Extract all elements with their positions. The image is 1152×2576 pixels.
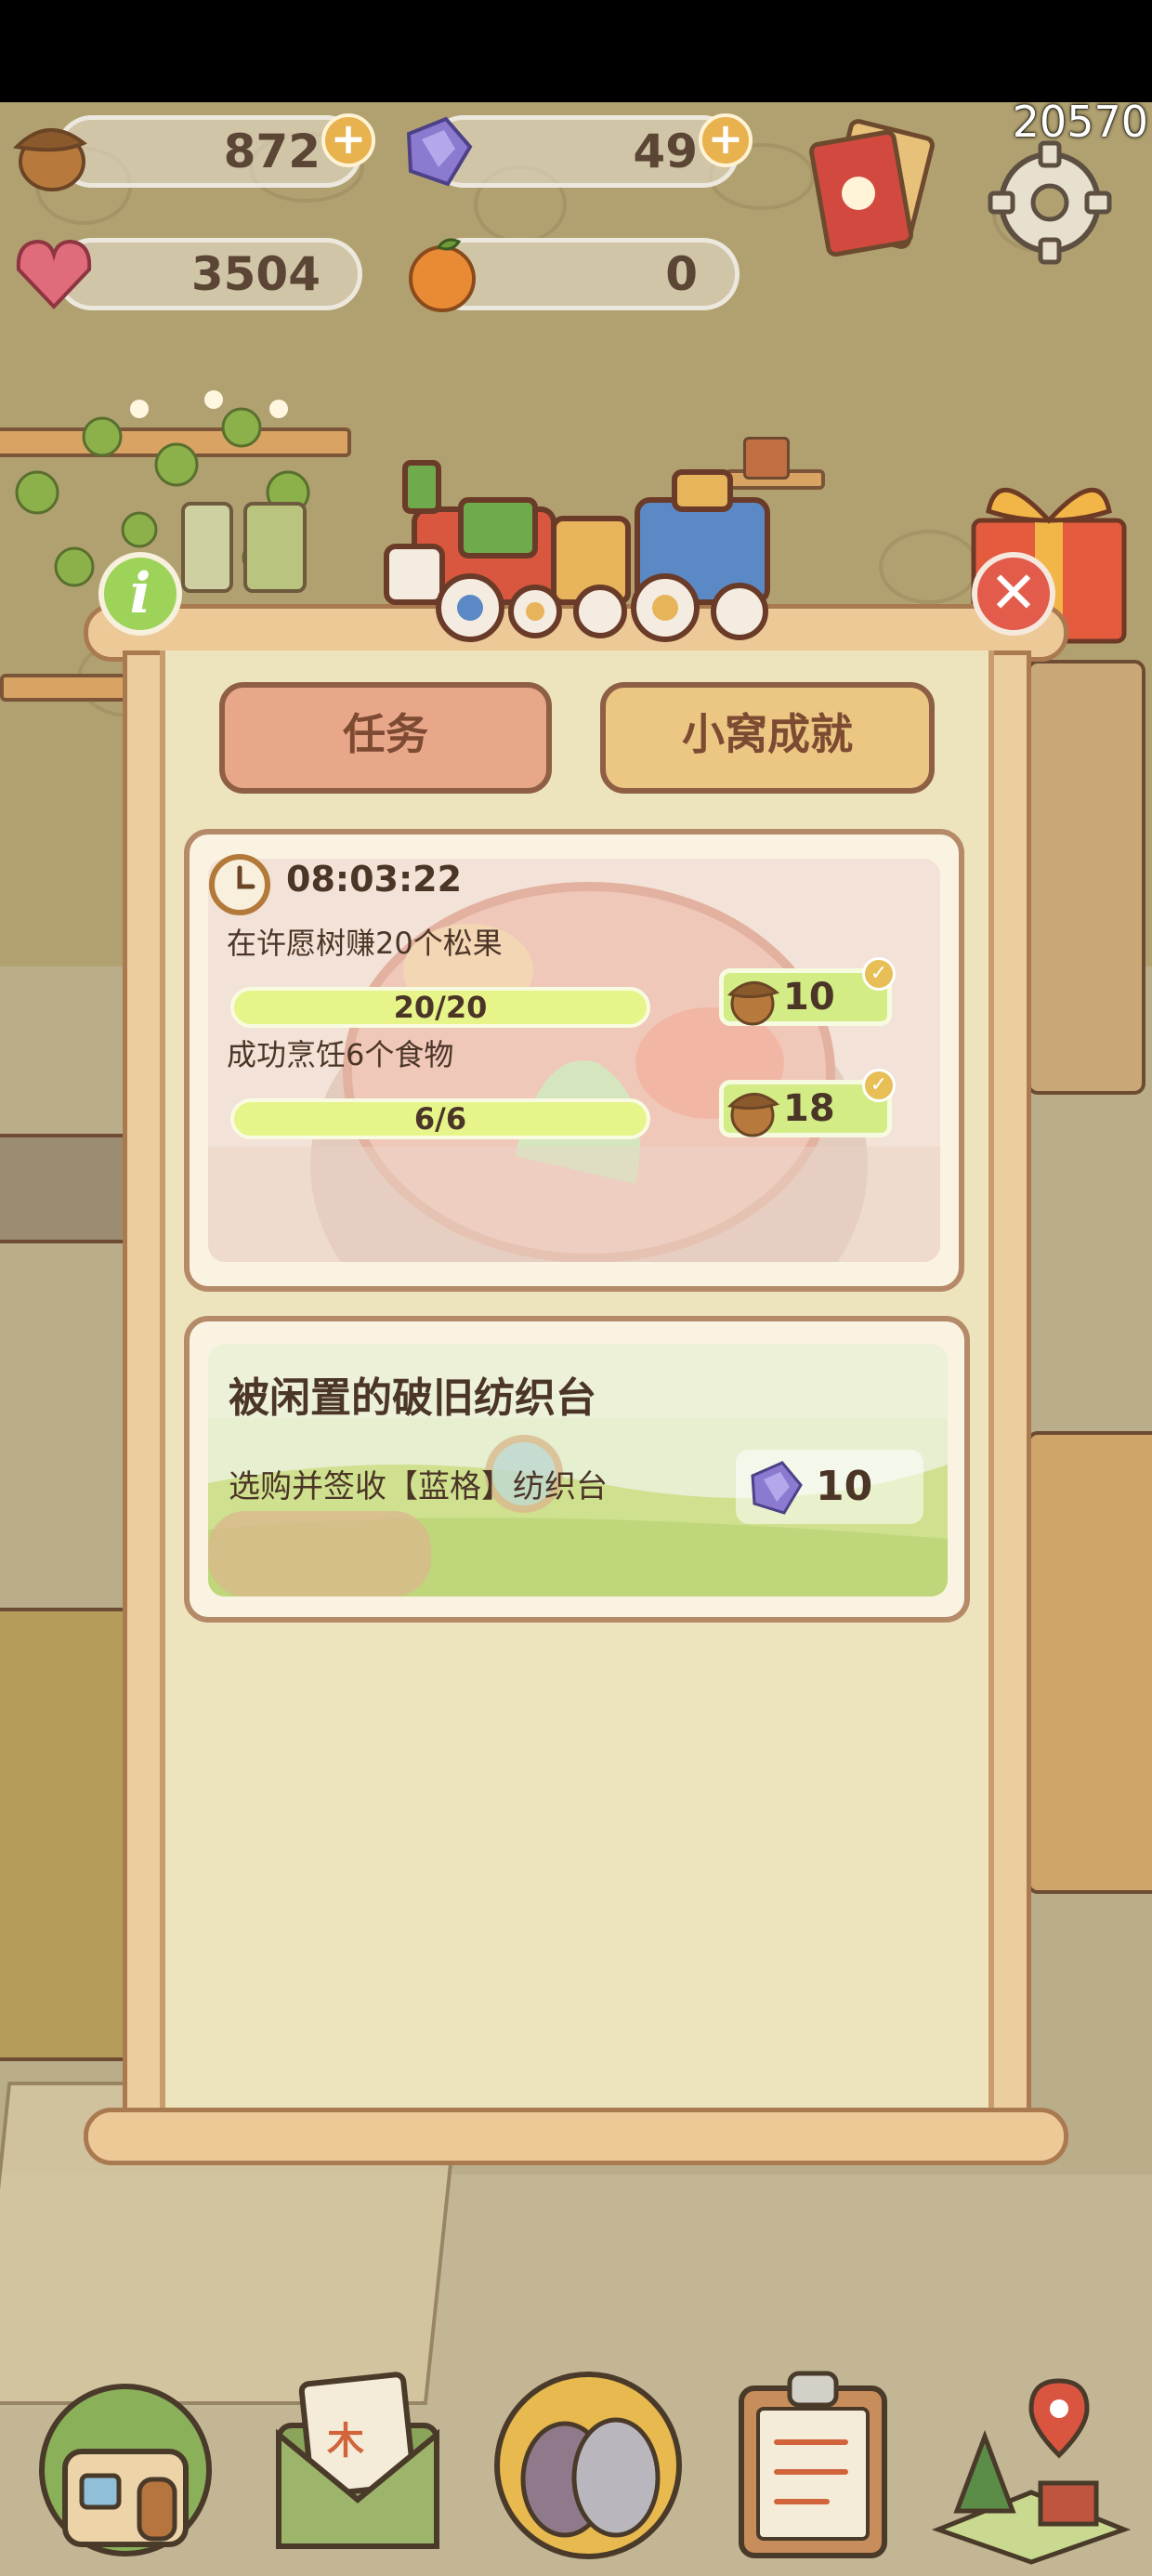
task-complete-check: ✓ [862, 957, 896, 991]
close-button[interactable]: ✕ [972, 552, 1055, 636]
gem-icon [406, 116, 473, 187]
quest-reward-amount: 10 [816, 1463, 873, 1510]
scroll-bottom-rod [84, 2108, 1068, 2165]
orange-icon [409, 238, 476, 312]
round-table [1027, 660, 1145, 1095]
task-progress-bar: 6/6 [230, 1098, 650, 1139]
clock-icon [209, 854, 270, 915]
map-icon[interactable] [929, 2372, 1133, 2567]
jar [181, 502, 233, 593]
gem-icon [751, 1461, 803, 1515]
gear-icon[interactable] [985, 138, 1115, 268]
acorn-icon [727, 1093, 780, 1137]
acorn-icon [727, 981, 780, 1026]
add-gems-button[interactable]: + [699, 113, 753, 167]
scroll-right-post [988, 651, 1031, 2119]
heart-counter: 3504 [56, 238, 362, 310]
left-table [0, 1134, 137, 1243]
toy-train-icon [384, 460, 770, 642]
add-acorns-button[interactable]: + [321, 113, 375, 167]
quest-title: 被闲置的破旧纺织台 [229, 1374, 596, 1422]
mail-icon[interactable]: 木 [260, 2360, 455, 2565]
task-title: 在许愿树赚20个松果 [227, 926, 503, 961]
task-title: 成功烹饪6个食物 [227, 1037, 454, 1072]
frame-counter: 20570 [1012, 97, 1148, 147]
cards-icon[interactable] [792, 119, 949, 268]
home-icon[interactable] [28, 2368, 223, 2563]
task-progress-bar: 20/20 [230, 987, 650, 1028]
task-complete-check: ✓ [862, 1069, 896, 1102]
tab-achievements[interactable]: 小窝成就 [600, 682, 935, 794]
status-bar [0, 0, 1152, 102]
eggs-icon[interactable] [491, 2368, 686, 2563]
quest-description: 选购并签收【蓝格】纺织台 [229, 1468, 608, 1505]
checklist-icon[interactable] [725, 2360, 901, 2565]
info-button[interactable]: i [98, 552, 182, 636]
left-chair [0, 1608, 137, 2061]
tab-tasks[interactable]: 任务 [219, 682, 552, 794]
heart-gem-icon [16, 239, 92, 309]
dresser [1027, 1431, 1152, 1894]
acorn-counter: 872 [56, 115, 362, 188]
daily-timer: 08:03:22 [286, 859, 463, 900]
jar [243, 502, 307, 593]
svg-text:木: 木 [327, 2420, 364, 2463]
acorn-icon [12, 128, 87, 191]
